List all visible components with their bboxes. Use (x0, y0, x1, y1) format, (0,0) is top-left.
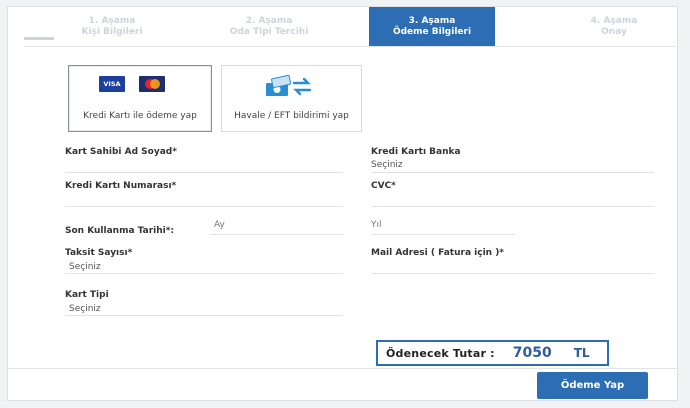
step-name: Ödeme Bilgileri (392, 27, 472, 37)
card-bank-label: Kredi Kartı Banka (371, 147, 461, 157)
card-holder-label: Kart Sahibi Ad Soyad* (65, 147, 177, 157)
step-number: 4. Aşama (590, 16, 638, 26)
step-number: 2. Aşama (245, 16, 293, 26)
mastercard-icon (139, 76, 165, 92)
expiry-month-select[interactable]: Ay (214, 220, 225, 230)
credit-card-option-label: Kredi Kartı ile ödeme yap (83, 111, 197, 121)
step-number: 1. Aşama (88, 16, 136, 26)
card-number-input[interactable] (65, 206, 343, 207)
card-bank-underline (371, 172, 654, 173)
installments-label: Taksit Sayısı* (65, 248, 133, 258)
step-1[interactable]: 1. Aşama Kişi Bilgileri (52, 7, 172, 47)
payment-card: 1. Aşama Kişi Bilgileri 2. Aşama Oda Tip… (7, 6, 678, 401)
total-amount-box: Ödenecek Tutar : 7050 TL (376, 340, 609, 366)
step-number: 3. Aşama (408, 16, 456, 26)
pay-button[interactable]: Ödeme Yap (537, 372, 648, 399)
total-currency: TL (573, 346, 590, 360)
step-3[interactable]: 3. Aşama Ödeme Bilgileri (369, 7, 495, 47)
step-name: Onay (601, 27, 627, 37)
total-label: Ödenecek Tutar : (386, 346, 495, 360)
expiry-year-underline (371, 234, 515, 235)
step-divider (24, 46, 676, 47)
card-number-label: Kredi Kartı Numarası* (65, 181, 177, 191)
bank-transfer-option-label: Havale / EFT bildirimi yap (234, 111, 349, 121)
step-progress-bar (24, 37, 54, 40)
card-type-underline (65, 315, 343, 316)
card-type-select[interactable]: Seçiniz (69, 304, 101, 314)
expiry-month-underline (210, 234, 343, 235)
installments-select[interactable]: Seçiniz (69, 262, 101, 272)
installments-underline (65, 273, 343, 274)
cvc-input[interactable] (371, 206, 654, 207)
expiry-year-select[interactable]: Yıl (371, 220, 382, 230)
total-amount: 7050 (512, 345, 552, 361)
cvc-label: CVC* (371, 181, 396, 191)
money-transfer-icon (266, 74, 312, 96)
card-holder-input[interactable] (65, 172, 343, 173)
visa-icon: VISA (99, 76, 125, 92)
bank-transfer-option[interactable]: Havale / EFT bildirimi yap (221, 65, 362, 132)
credit-card-option[interactable]: VISA Kredi Kartı ile ödeme yap (68, 65, 212, 132)
step-4[interactable]: 4. Aşama Onay (554, 7, 674, 47)
step-2[interactable]: 2. Aşama Oda Tipi Tercihi (209, 7, 329, 47)
step-progress: 1. Aşama Kişi Bilgileri 2. Aşama Oda Tip… (8, 7, 677, 47)
card-bank-select[interactable]: Seçiniz (371, 160, 403, 170)
footer-divider (8, 368, 677, 369)
step-name: Kişi Bilgileri (81, 27, 143, 37)
email-label: Mail Adresi ( Fatura için )* (371, 248, 505, 258)
email-input[interactable] (371, 273, 654, 274)
card-type-label: Kart Tipi (65, 290, 109, 300)
step-name: Oda Tipi Tercihi (229, 27, 309, 37)
expiry-label: Son Kullanma Tarihi*: (65, 226, 175, 236)
